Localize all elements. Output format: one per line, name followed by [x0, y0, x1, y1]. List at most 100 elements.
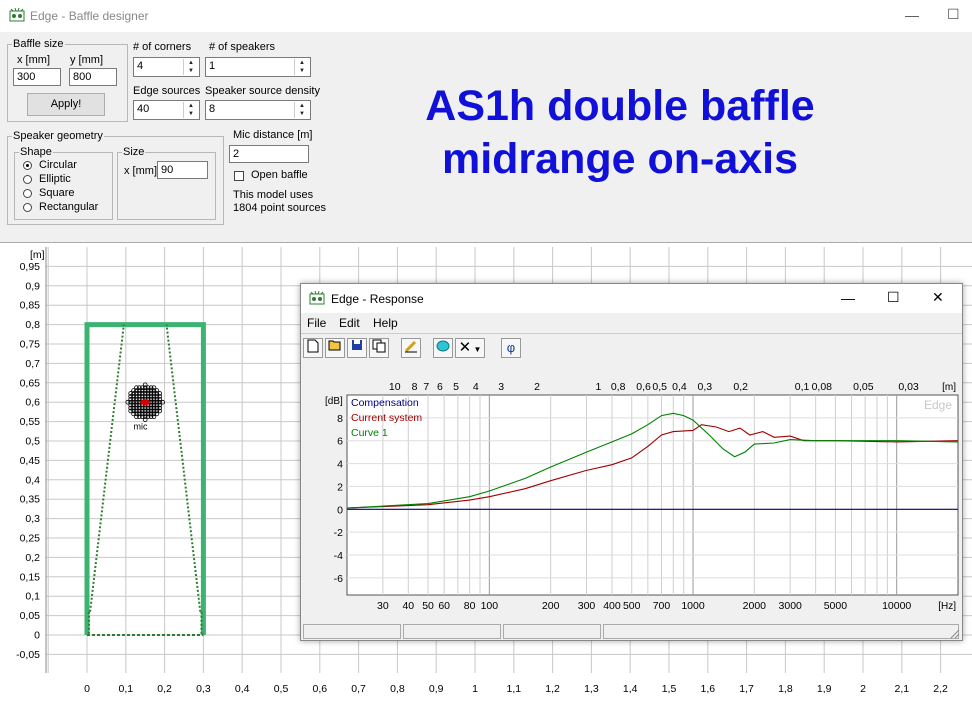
menu-file[interactable]: File [307, 316, 326, 330]
shape-elliptic-radio[interactable] [23, 175, 32, 184]
delete-curve-button[interactable]: ✕ ▼ [455, 338, 485, 358]
x-axis-label: [Hz] [938, 601, 956, 612]
baffle-x-input[interactable]: 300 [13, 68, 61, 86]
headline-line1: AS1h double baffle [425, 82, 815, 130]
toolbar-divider [301, 333, 962, 334]
copy-button[interactable] [369, 338, 389, 358]
speaker-density-spinner[interactable]: 8 ▲ ▼ [205, 100, 311, 120]
speaker-icon [436, 340, 450, 352]
x-tick-label: 1,6 [700, 683, 715, 695]
size-x-input[interactable]: 90 [157, 161, 208, 179]
speakers-label: # of speakers [209, 41, 276, 53]
x-tick-label: 0,6 [312, 683, 327, 695]
x-tick-label: 1,9 [817, 683, 832, 695]
response-window[interactable]: Edge - Response — ☐ ✕ File Edit Help ✕ ▼… [300, 283, 963, 641]
x-tick-label: 40 [402, 600, 414, 612]
spin-down-icon[interactable]: ▼ [295, 67, 309, 75]
minimize-button[interactable]: — [905, 7, 919, 23]
spin-up-icon[interactable]: ▲ [184, 59, 198, 67]
shape-rectangular-label: Rectangular [39, 201, 99, 213]
response-title: Edge - Response [331, 292, 424, 306]
top-tick-label: 8 [412, 381, 418, 393]
apply-button[interactable]: Apply! [27, 93, 105, 116]
size-legend: Size [123, 146, 145, 158]
y-tick-label: 0,65 [20, 377, 41, 389]
top-tick-label: 2 [534, 381, 540, 393]
y-tick-label: -6 [334, 573, 343, 585]
baffle-y-input[interactable]: 800 [69, 68, 117, 86]
status-pane-4 [603, 624, 959, 639]
x-tick-label: 0,2 [157, 683, 172, 695]
open-baffle-label: Open baffle [251, 169, 308, 181]
shape-circular-radio[interactable] [23, 161, 32, 170]
size-group: Size [117, 146, 216, 220]
x-tick-label: 0,4 [235, 683, 250, 695]
corners-spinner[interactable]: 4 ▲ ▼ [133, 57, 200, 77]
mic-marker [140, 399, 151, 406]
x-tick-label: 10000 [882, 600, 911, 612]
x-tick-label: 1,1 [506, 683, 521, 695]
shape-rectangular-radio[interactable] [23, 203, 32, 212]
spin-down-icon[interactable]: ▼ [184, 67, 198, 75]
x-tick-label: 2,1 [894, 683, 909, 695]
y-tick-label: 0,7 [25, 358, 40, 370]
x-tick-label: 2000 [743, 600, 767, 612]
y-tick-label: 0,8 [25, 319, 40, 331]
speaker-density-value: 8 [209, 103, 216, 115]
top-tick-label: 0,6 [636, 381, 651, 393]
response-graph-area: 8 6 4 2 0 -2 -4 -6 [dB] 30 40 50 60 80 100 200 300 400 500… [301, 364, 962, 619]
top-tick-label: 0,08 [812, 381, 833, 393]
mic-distance-input[interactable]: 2 [229, 145, 309, 163]
resize-grip-icon[interactable] [948, 627, 960, 639]
spin-down-icon[interactable]: ▼ [184, 110, 198, 118]
menu-edit[interactable]: Edit [339, 316, 360, 330]
new-file-icon [307, 339, 319, 353]
top-tick-label: 4 [473, 381, 479, 393]
top-tick-label: 5 [453, 381, 459, 393]
y-tick-label: 4 [337, 459, 343, 471]
open-baffle-checkbox[interactable] [234, 171, 244, 181]
y-tick-label: 0,25 [20, 533, 41, 545]
spin-up-icon[interactable]: ▲ [295, 102, 309, 110]
top-tick-label: 0,4 [672, 381, 687, 393]
open-button[interactable] [325, 338, 345, 358]
phase-button[interactable]: φ [501, 338, 521, 358]
new-file-button[interactable] [303, 338, 323, 358]
maximize-button[interactable]: ☐ [947, 6, 960, 23]
response-minimize-button[interactable]: — [841, 290, 855, 306]
speakers-spinner[interactable]: 1 ▲ ▼ [205, 57, 311, 77]
status-pane-3 [503, 624, 601, 639]
menu-help[interactable]: Help [373, 316, 398, 330]
status-pane-2 [403, 624, 501, 639]
y-tick-label: 0,2 [25, 552, 40, 564]
spin-up-icon[interactable]: ▲ [295, 59, 309, 67]
draw-button[interactable] [401, 338, 421, 358]
edge-sources-spinner[interactable]: 40 ▲ ▼ [133, 100, 200, 120]
spin-down-icon[interactable]: ▼ [295, 110, 309, 118]
response-close-button[interactable]: ✕ [932, 289, 944, 306]
y-tick-label: 0,3 [25, 513, 40, 525]
y-tick-label: 0,45 [20, 455, 41, 467]
y-tick-label: -4 [334, 550, 343, 562]
edge-sources-label: Edge sources [133, 85, 201, 97]
edge-sources-value: 40 [137, 103, 150, 115]
shape-square-radio[interactable] [23, 189, 32, 198]
pencil-icon [404, 340, 417, 353]
x-tick-label: 0,8 [390, 683, 405, 695]
status-pane-1 [303, 624, 401, 639]
y-tick-label: -0,05 [16, 649, 40, 661]
spin-up-icon[interactable]: ▲ [184, 102, 198, 110]
speaker-button[interactable] [433, 338, 453, 358]
y-tick-label: 0,6 [25, 397, 40, 409]
save-button[interactable] [347, 338, 367, 358]
x-tick-label: 1,5 [662, 683, 677, 695]
shape-legend: Shape [20, 146, 52, 158]
speakers-value: 1 [209, 60, 216, 72]
headline: AS1h double baffle midrange on-axis [340, 80, 900, 186]
x-tick-label: 3000 [779, 600, 803, 612]
response-chart[interactable]: 86420-2-4-6[dB]30 40 50 60 80 100 200 300 400 500… [301, 364, 962, 619]
x-tick-label: 200 [542, 600, 560, 612]
response-maximize-button[interactable]: ☐ [887, 289, 900, 306]
y-tick-label: 8 [337, 413, 343, 425]
y-tick-label: 0,95 [20, 261, 41, 273]
